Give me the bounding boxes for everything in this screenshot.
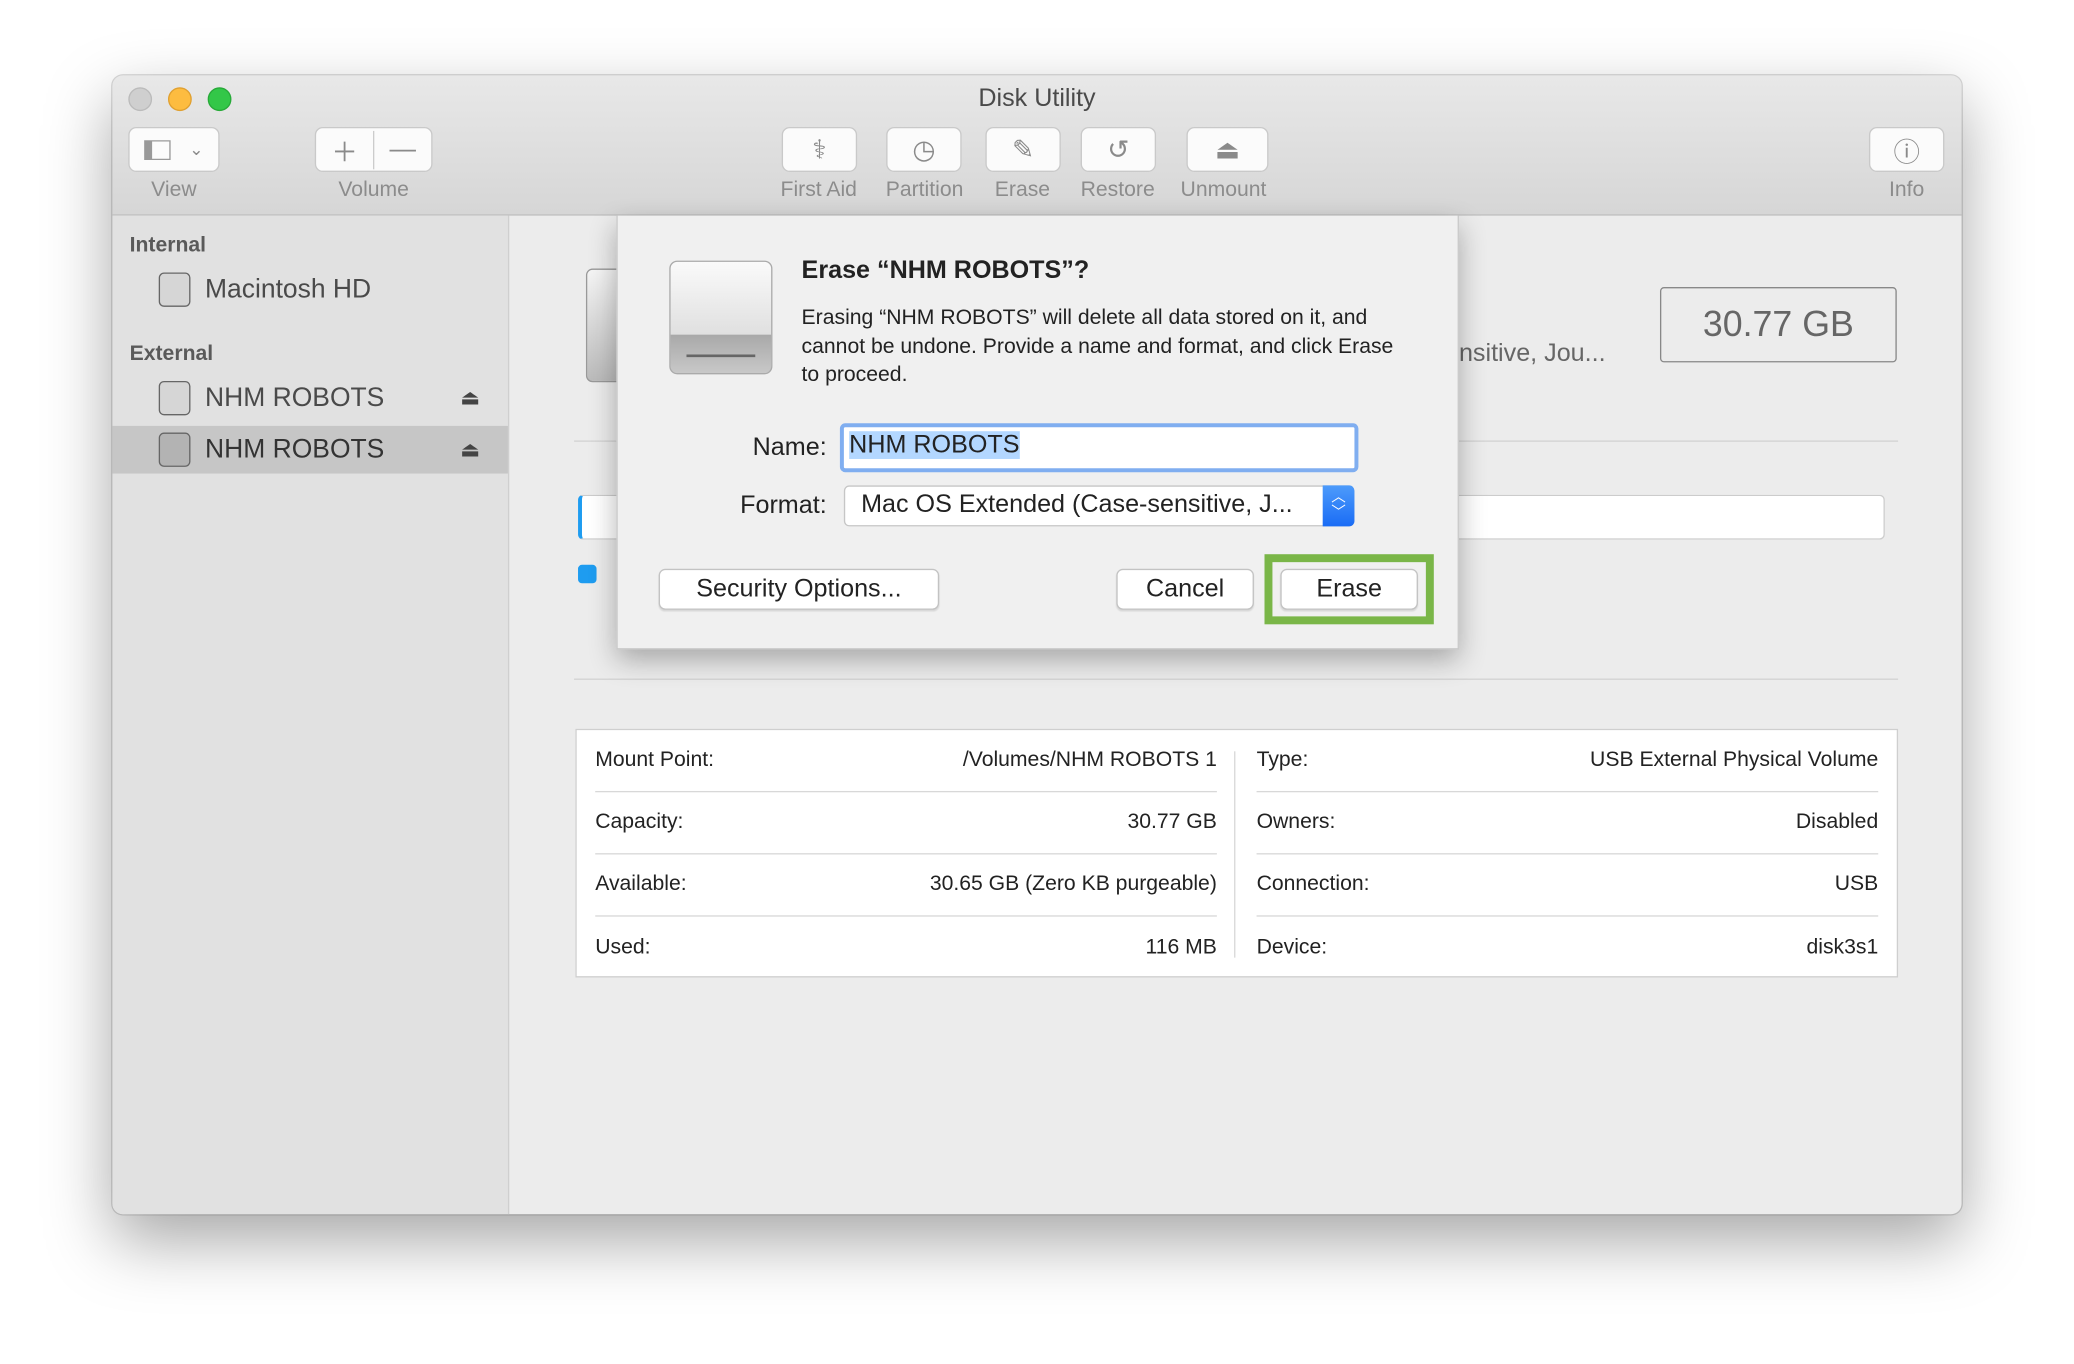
external-drive-icon: [158, 432, 191, 467]
erase-dialog: Erase “NHM ROBOTS”? Erasing “NHM ROBOTS”…: [616, 215, 1459, 650]
format-select[interactable]: Mac OS Extended (Case-sensitive, J... ︿ ﹀: [843, 485, 1355, 527]
eject-icon[interactable]: ⏏: [460, 385, 480, 411]
partition-icon: ◷: [912, 135, 936, 165]
stethoscope-icon: ⚕: [812, 135, 827, 165]
info-value: disk3s1: [1806, 935, 1879, 959]
external-drive-icon: [669, 260, 773, 375]
info-row: Owners: Disabled: [1256, 792, 1879, 855]
dialog-message: Erasing “NHM ROBOTS” will delete all dat…: [801, 306, 1394, 387]
sidebar-item-label: Macintosh HD: [205, 274, 372, 304]
format-label: Format:: [740, 492, 827, 520]
first-aid-button[interactable]: ⚕: [781, 126, 858, 172]
eject-icon[interactable]: ⏏: [460, 436, 480, 462]
restore-label: Restore: [1080, 178, 1155, 202]
sidebar-item-nhm-robots[interactable]: NHM ROBOTS ⏏: [112, 374, 507, 422]
section-internal: Internal: [129, 234, 207, 257]
info-label: Type:: [1256, 748, 1309, 772]
info-row: Type: USB External Physical Volume: [1256, 730, 1879, 793]
volume-button-group: ＋ —: [314, 126, 433, 172]
sidebar-item-nhm-robots-selected[interactable]: NHM ROBOTS ⏏: [112, 425, 508, 474]
chevron-down-icon: ⌄: [189, 138, 204, 159]
name-field[interactable]: NHM ROBOTS: [839, 423, 1359, 473]
erase-label: Erase: [994, 178, 1051, 202]
volume-format-text: nsitive, Jou...: [1458, 339, 1606, 368]
restore-icon: ↺: [1107, 135, 1130, 165]
info-label: Capacity:: [595, 810, 684, 834]
view-label: View: [151, 178, 197, 202]
info-label: Mount Point:: [595, 748, 715, 772]
info-value: 116 MB: [1145, 935, 1217, 959]
dialog-title: Erase “NHM ROBOTS”?: [801, 256, 1090, 285]
format-select-value: Mac OS Extended (Case-sensitive, J...: [861, 490, 1293, 519]
info-label: Connection:: [1256, 872, 1370, 896]
info-label: Device:: [1256, 935, 1328, 959]
partition-button[interactable]: ◷: [886, 126, 962, 172]
window-title: Disk Utility: [978, 84, 1096, 113]
add-volume-button[interactable]: ＋: [316, 130, 375, 169]
info-value: 30.77 GB: [1127, 810, 1217, 834]
section-external: External: [129, 342, 214, 366]
restore-button[interactable]: ↺: [1080, 126, 1157, 172]
info-row: Available: 30.65 GB (Zero KB purgeable): [595, 854, 1217, 917]
info-icon: ⓘ: [1893, 138, 1920, 168]
sidebar-icon: [144, 139, 171, 160]
erase-icon: ✎: [1012, 135, 1035, 165]
sidebar-item-macintosh-hd[interactable]: Macintosh HD: [112, 266, 507, 314]
security-options-button[interactable]: Security Options...: [658, 568, 940, 610]
sidebar: Internal Macintosh HD External NHM ROBOT…: [112, 215, 510, 1215]
view-button[interactable]: ⌄: [128, 126, 220, 172]
toolbar: Disk Utility ⌄ View ＋ — Volume ⚕ First A…: [112, 75, 1962, 216]
info-value: Disabled: [1795, 810, 1879, 834]
info-value: USB External Physical Volume: [1590, 748, 1879, 772]
unmount-icon: ⏏: [1214, 135, 1240, 165]
info-button[interactable]: ⓘ: [1868, 126, 1945, 172]
cancel-button[interactable]: Cancel: [1116, 568, 1254, 610]
partition-label: Partition: [885, 178, 964, 202]
info-value: 30.65 GB (Zero KB purgeable): [929, 872, 1217, 896]
info-label: Used:: [595, 935, 651, 959]
info-label: Owners:: [1256, 810, 1336, 834]
info-row: Connection: USB: [1256, 854, 1879, 917]
hard-disk-icon: [158, 272, 191, 307]
erase-button[interactable]: ✎: [985, 126, 1061, 172]
sidebar-item-label: NHM ROBOTS: [205, 382, 385, 413]
info-row: Used: 116 MB: [595, 917, 1217, 979]
info-label: Info: [1889, 178, 1925, 202]
erase-confirm-button[interactable]: Erase: [1280, 568, 1418, 610]
info-row: Mount Point: /Volumes/NHM ROBOTS 1: [595, 730, 1217, 793]
info-row: Capacity: 30.77 GB: [595, 792, 1217, 855]
volume-info-table: Mount Point: /Volumes/NHM ROBOTS 1 Capacit…: [575, 728, 1899, 979]
column-divider: [1234, 751, 1236, 958]
volume-label: Volume: [338, 178, 409, 202]
first-aid-label: First Aid: [780, 178, 857, 202]
updown-chevron-icon: ︿ ﹀: [1322, 485, 1355, 527]
sidebar-item-label: NHM ROBOTS: [205, 434, 385, 464]
remove-volume-button[interactable]: —: [374, 134, 431, 164]
info-row: Device: disk3s1: [1257, 917, 1879, 979]
name-label: Name:: [752, 433, 827, 462]
divider: [574, 678, 1899, 680]
capacity-badge: 30.77 GB: [1659, 287, 1897, 363]
usage-legend-swatch: [578, 564, 597, 584]
info-label: Available:: [595, 872, 687, 896]
unmount-label: Unmount: [1180, 178, 1267, 202]
unmount-button[interactable]: ⏏: [1186, 126, 1269, 172]
name-field-value: NHM ROBOTS: [849, 431, 1020, 459]
external-drive-icon: [158, 380, 191, 416]
info-value: USB: [1834, 872, 1879, 896]
info-value: /Volumes/NHM ROBOTS 1: [962, 748, 1217, 772]
